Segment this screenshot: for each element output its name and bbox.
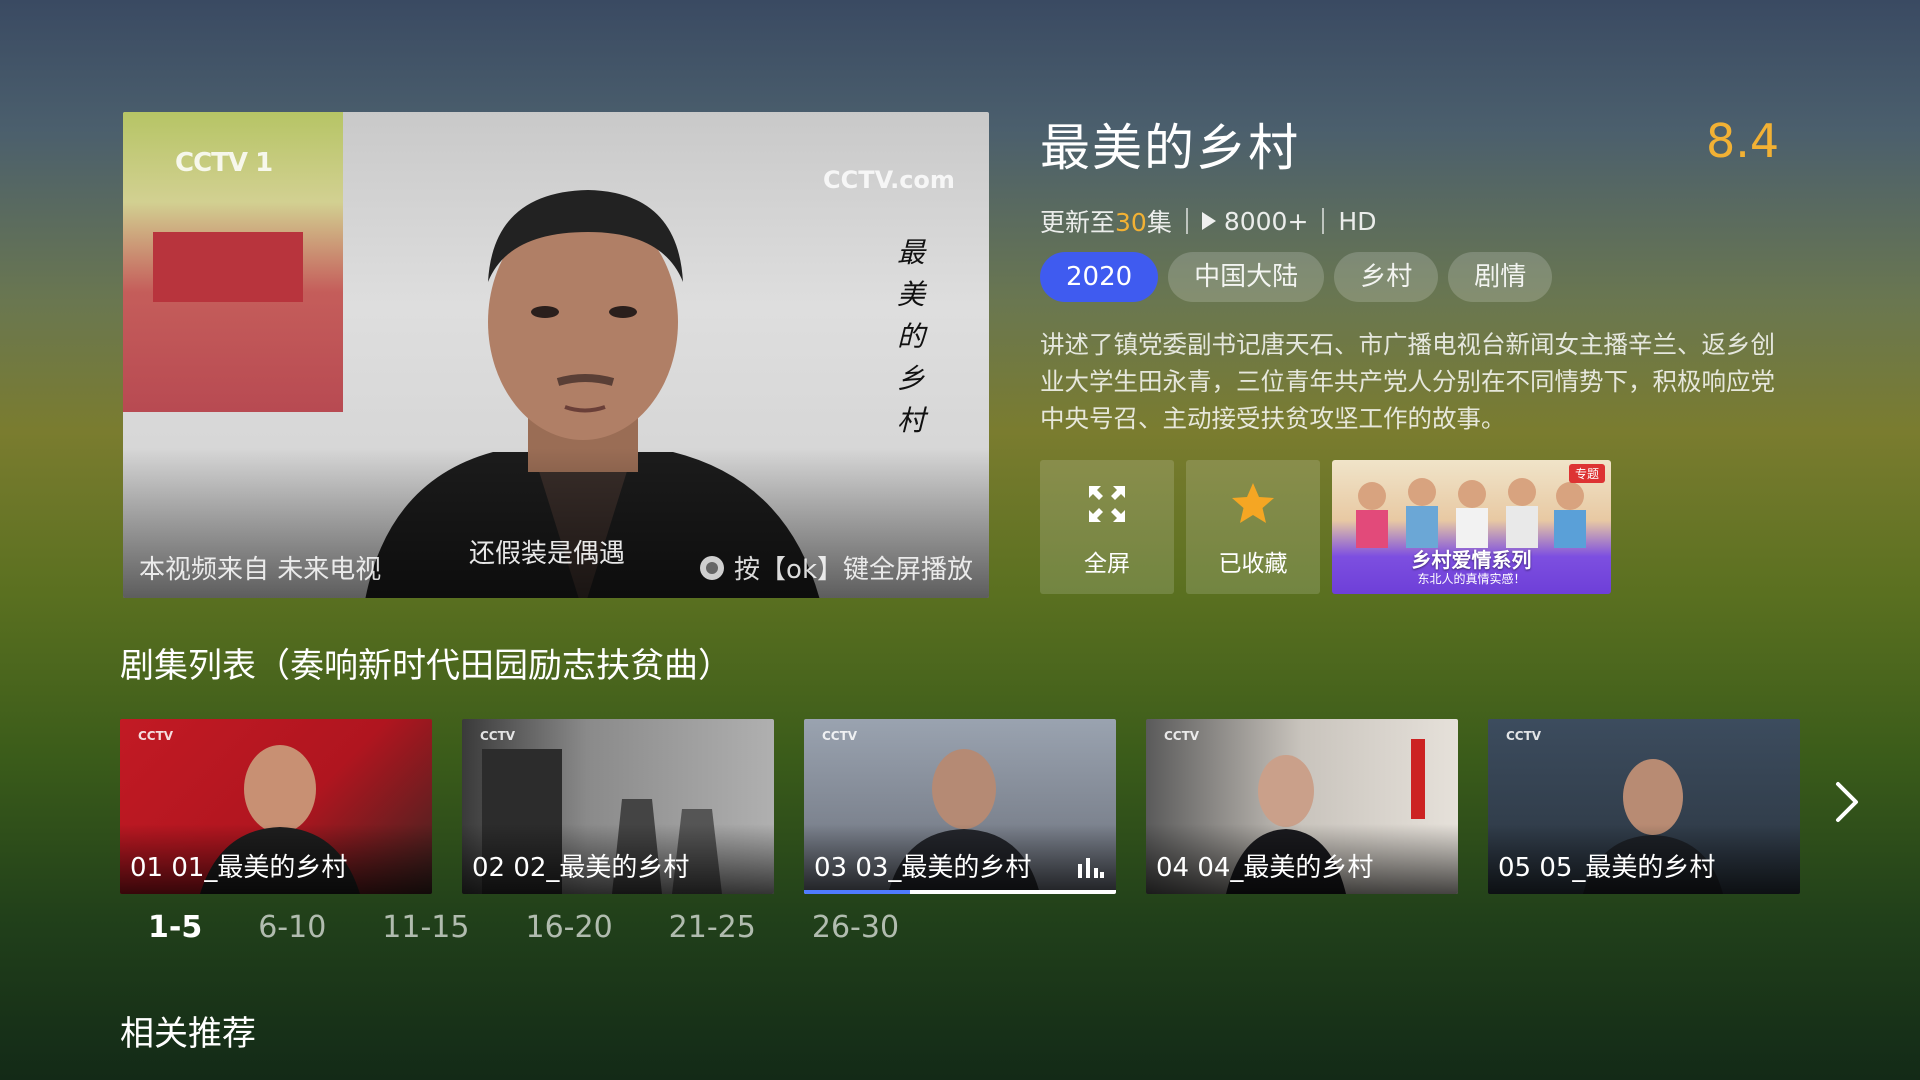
cctv-logo: CCTV: [138, 729, 174, 743]
show-description: 讲述了镇党委副书记唐天石、市广播电视台新闻女主播辛兰、返乡创业大学生田永青，三位…: [1040, 330, 1775, 433]
cctv-logo: CCTV: [1164, 729, 1200, 743]
update-status: 更新至30集: [1040, 208, 1172, 237]
tag-year[interactable]: 2020: [1040, 252, 1159, 302]
video-player[interactable]: CCTV 1 CCTV.com 最美的乡村 本视频来自 未来电视 还假装是偶遇 …: [123, 112, 989, 598]
episode-section-title: 剧集列表（奏响新时代田园励志扶贫曲）: [120, 646, 732, 686]
show-meta: 更新至30集 8000+ HD: [1040, 203, 1376, 239]
range-tab-11-15[interactable]: 11-15: [382, 910, 469, 945]
now-playing-icon: [1078, 858, 1104, 878]
range-tab-16-20[interactable]: 16-20: [525, 910, 612, 945]
cctv-logo: CCTV: [822, 729, 858, 743]
meta-divider: [1185, 208, 1188, 234]
fullscreen-button[interactable]: 全屏: [1040, 460, 1174, 594]
episode-count: 30: [1115, 208, 1147, 237]
episode-range-tabs: 1-5 6-10 11-15 16-20 21-25 26-30: [148, 910, 955, 945]
fullscreen-label: 全屏: [1084, 551, 1130, 577]
cctv-watermark: CCTV 1: [175, 148, 273, 178]
promo-banner[interactable]: 专题 乡村爱情系列 东北人的真情实感！: [1332, 460, 1611, 594]
tag-list: 2020 中国大陆 乡村 剧情: [1040, 252, 1553, 302]
play-count: 8000+: [1201, 207, 1308, 236]
promo-badge: 专题: [1568, 464, 1605, 483]
favorite-label: 已收藏: [1218, 551, 1288, 577]
video-subtitle: 还假装是偶遇: [469, 539, 626, 569]
episode-label: 02 02_最美的乡村: [472, 853, 690, 883]
vertical-title: 最美的乡村: [896, 236, 925, 437]
episode-progress-fill: [804, 890, 911, 894]
show-title: 最美的乡村: [1040, 119, 1300, 177]
background-poster-gate: [153, 232, 303, 302]
tag-theme[interactable]: 乡村: [1334, 252, 1439, 302]
episode-card-2[interactable]: CCTV 02 02_最美的乡村: [462, 719, 774, 894]
meta-divider: [1322, 208, 1325, 234]
promo-title: 乡村爱情系列: [1411, 548, 1532, 572]
cctv-logo: CCTV: [480, 729, 516, 743]
episode-label: 03 03_最美的乡村: [814, 853, 1032, 883]
star-icon: [1232, 483, 1274, 523]
fullscreen-hint-text: 按【ok】键全屏播放: [734, 555, 973, 585]
tag-genre[interactable]: 剧情: [1448, 252, 1553, 302]
show-rating: 8.4: [1706, 114, 1780, 168]
episode-label: 05 05_最美的乡村: [1498, 853, 1716, 883]
episode-card-3[interactable]: CCTV 03 03_最美的乡村: [804, 719, 1116, 894]
related-section-title: 相关推荐: [120, 1014, 256, 1054]
quality-label: HD: [1338, 206, 1377, 236]
episode-label: 04 04_最美的乡村: [1156, 853, 1374, 883]
promo-subtitle: 东北人的真情实感！: [1417, 572, 1526, 586]
favorite-button[interactable]: 已收藏: [1186, 460, 1320, 594]
range-tab-6-10[interactable]: 6-10: [258, 910, 326, 945]
cctv-logo: CCTV: [1506, 729, 1542, 743]
ok-button-icon: [700, 555, 725, 580]
chevron-right-icon[interactable]: [1832, 780, 1862, 824]
episode-label: 01 01_最美的乡村: [130, 853, 348, 883]
play-icon: [1201, 212, 1216, 230]
video-source-text: 本视频来自 未来电视: [139, 555, 382, 585]
fullscreen-hint: 按【ok】键全屏播放: [700, 549, 973, 586]
range-tab-1-5[interactable]: 1-5: [148, 910, 202, 945]
episode-card-1[interactable]: CCTV 01 01_最美的乡村: [120, 719, 432, 894]
episode-card-5[interactable]: CCTV 05 05_最美的乡村: [1488, 719, 1800, 894]
range-tab-26-30[interactable]: 26-30: [812, 910, 899, 945]
cctv-com-watermark: CCTV.com: [823, 166, 955, 194]
episode-card-4[interactable]: CCTV 04 04_最美的乡村: [1146, 719, 1458, 894]
tag-region[interactable]: 中国大陆: [1168, 252, 1325, 302]
promo-illustration: [1356, 478, 1586, 548]
fullscreen-icon: [1089, 486, 1125, 522]
range-tab-21-25[interactable]: 21-25: [669, 910, 756, 945]
